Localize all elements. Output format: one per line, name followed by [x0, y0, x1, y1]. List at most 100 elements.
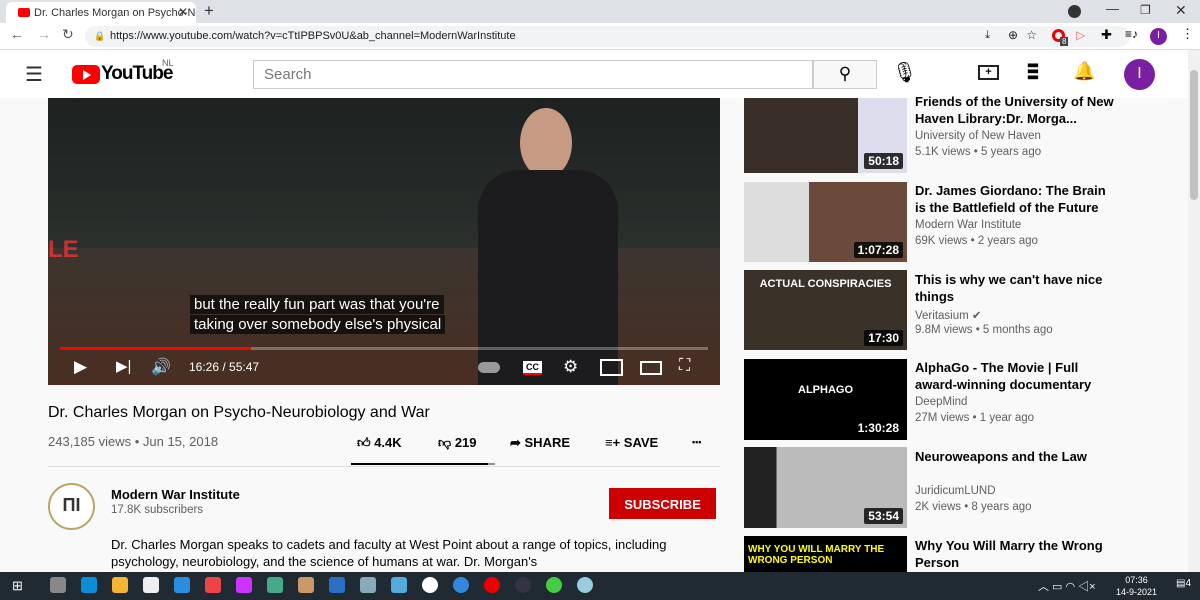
taskbar-app-icon[interactable] [143, 577, 159, 593]
video-duration: 50:18 [864, 153, 903, 169]
url-field[interactable]: 🔒 https://www.youtube.com/watch?v=cTtIPBP… [85, 26, 1130, 47]
progress-bar[interactable] [60, 347, 708, 350]
taskbar-app-icon[interactable] [298, 577, 314, 593]
taskbar-app-icon[interactable] [236, 577, 252, 593]
scrollbar-thumb[interactable] [1190, 70, 1198, 200]
notification-center-icon[interactable]: ▤4 [1176, 578, 1191, 589]
add-to-playlist-icon: ≡+ [605, 435, 624, 450]
related-channel[interactable]: University of New Haven [915, 130, 1041, 142]
taskbar-app-icon[interactable] [577, 577, 593, 593]
new-tab-button[interactable]: + [204, 1, 214, 21]
related-thumbnail[interactable]: 53:54 [744, 447, 907, 528]
related-thumbnail[interactable]: ACTUAL CONSPIRACIES 17:30 [744, 270, 907, 350]
subscribe-button[interactable]: SUBSCRIBE [609, 488, 716, 519]
taskbar-app-icon[interactable] [422, 577, 438, 593]
related-title[interactable]: Dr. James Giordano: The Brain is the Bat… [915, 182, 1115, 216]
taskbar-app-icon[interactable] [329, 577, 345, 593]
taskbar-app-icon[interactable] [81, 577, 97, 593]
play-icon[interactable]: ▶ [74, 357, 87, 377]
microphone-icon[interactable]: 🎙 [892, 60, 917, 85]
minimize-icon[interactable]: — [1106, 1, 1119, 16]
create-video-icon[interactable]: + [978, 65, 999, 80]
like-button[interactable]: 👍︎ 4.4K [357, 435, 402, 451]
extension-badge: 8 [1060, 37, 1069, 46]
taskbar-app-icon[interactable] [50, 577, 66, 593]
restore-icon[interactable]: ❐ [1140, 3, 1151, 17]
taskbar-app-icon[interactable] [453, 577, 469, 593]
taskbar-app-icon[interactable] [484, 577, 500, 593]
close-tab-icon[interactable]: ✕ [178, 5, 188, 19]
miniplayer-icon[interactable] [600, 359, 623, 376]
account-avatar[interactable]: I [1124, 59, 1155, 90]
thumbnail-text: WHY YOU WILL MARRY THE WRONG PERSON [748, 544, 885, 566]
taskbar-app-icon[interactable] [546, 577, 562, 593]
theater-mode-icon[interactable] [640, 361, 662, 375]
related-channel[interactable]: DeepMind [915, 396, 967, 408]
video-duration: 1:07:28 [853, 242, 903, 258]
taskbar-app-icon[interactable] [112, 577, 128, 593]
related-thumbnail[interactable]: 1:07:28 [744, 182, 907, 262]
taskbar-app-icon[interactable] [267, 577, 283, 593]
video-player[interactable]: LE [48, 98, 720, 385]
taskbar-app-icon[interactable] [174, 577, 190, 593]
captions-button[interactable]: CC [523, 361, 542, 375]
taskbar-app-icon[interactable] [205, 577, 221, 593]
related-title[interactable]: Why You Will Marry the Wrong Person [915, 537, 1115, 571]
share-label: SHARE [524, 435, 571, 450]
channel-logo[interactable]: ΠI [48, 483, 95, 530]
related-channel[interactable]: Modern War Institute [915, 219, 1021, 231]
related-channel[interactable]: JuridicumLUND [915, 485, 996, 497]
dislike-button[interactable]: 👎︎ 219 [438, 435, 477, 451]
close-window-icon[interactable]: ✕ [1175, 2, 1187, 19]
lock-icon: 🔒 [94, 31, 106, 41]
search-input[interactable]: Search [253, 60, 813, 89]
related-title[interactable]: Neuroweapons and the Law [915, 448, 1115, 465]
zoom-icon[interactable]: ⊕ [1008, 28, 1018, 42]
profile-avatar[interactable]: I [1150, 28, 1167, 45]
taskbar-app-icon[interactable] [360, 577, 376, 593]
related-title[interactable]: Friends of the University of New Haven L… [915, 93, 1115, 127]
share-button[interactable]: ➦ SHARE [510, 435, 570, 451]
url-text: https://www.youtube.com/watch?v=cTtIPBPS… [110, 30, 516, 42]
tray-icons[interactable]: ︿ ▭ ◠ ◁× [1038, 578, 1096, 594]
bookmark-star-icon[interactable]: ☆ [1026, 28, 1037, 42]
related-title[interactable]: AlphaGo - The Movie | Full award-winning… [915, 359, 1115, 393]
clock-time: 07:36 [1125, 575, 1148, 585]
save-button[interactable]: ≡+ SAVE [605, 435, 658, 450]
youtube-logo-icon[interactable] [72, 65, 100, 84]
cast-extension-icon[interactable]: ▷ [1076, 28, 1085, 42]
fullscreen-icon[interactable]: ⛶ [679, 357, 690, 375]
related-thumbnail[interactable]: ALPHAGO 1:30:28 [744, 359, 907, 440]
back-icon[interactable]: ← [10, 26, 24, 42]
windows-start-icon[interactable]: ⊞ [12, 578, 23, 594]
notifications-bell-icon[interactable]: 🔔 [1073, 61, 1095, 82]
install-icon[interactable]: ⤓ [985, 29, 990, 42]
menu-icon[interactable]: ⋮ [1181, 26, 1194, 42]
reload-icon[interactable]: ↻ [62, 26, 74, 43]
search-button[interactable]: ⚲ [813, 60, 877, 89]
apps-grid-icon[interactable]: ▪▪▪ ▪▪▪ ▪▪▪ [1027, 58, 1047, 85]
volume-icon[interactable]: 🔊 [151, 357, 171, 377]
taskbar-app-icon[interactable] [515, 577, 531, 593]
more-actions-button[interactable]: ••• [692, 437, 701, 447]
tab-bar: Dr. Charles Morgan on Psycho-Ne ✕ + — ❐ ✕ [0, 0, 1200, 23]
subtitle-line: taking over somebody else's physical [190, 315, 446, 334]
extensions-puzzle-icon[interactable]: ✚ [1101, 27, 1112, 43]
taskbar-app-icon[interactable] [391, 577, 407, 593]
settings-gear-icon[interactable]: ⚙ [563, 357, 578, 377]
hamburger-menu-icon[interactable]: ☰ [25, 62, 43, 87]
related-title[interactable]: This is why we can't have nice things [915, 271, 1115, 305]
related-thumbnail[interactable]: WHY YOU WILL MARRY THE WRONG PERSON [744, 536, 907, 572]
browser-tab[interactable]: Dr. Charles Morgan on Psycho-Ne ✕ [6, 2, 196, 23]
related-channel[interactable]: Veritasium ✔ [915, 308, 982, 322]
taskbar-clock[interactable]: 07:36 14-9-2021 [1116, 574, 1157, 598]
related-thumbnail[interactable]: 50:18 [744, 98, 907, 173]
next-icon[interactable]: ▶| [116, 357, 131, 375]
forward-icon[interactable]: → [37, 26, 51, 42]
region-label: NL [162, 58, 174, 68]
autoplay-toggle[interactable] [478, 362, 500, 373]
media-control-icon[interactable]: ≡♪ [1125, 27, 1138, 41]
search-icon: ⚲ [838, 64, 852, 83]
tab-search-icon[interactable] [1068, 5, 1081, 18]
channel-name[interactable]: Modern War Institute [111, 487, 240, 502]
